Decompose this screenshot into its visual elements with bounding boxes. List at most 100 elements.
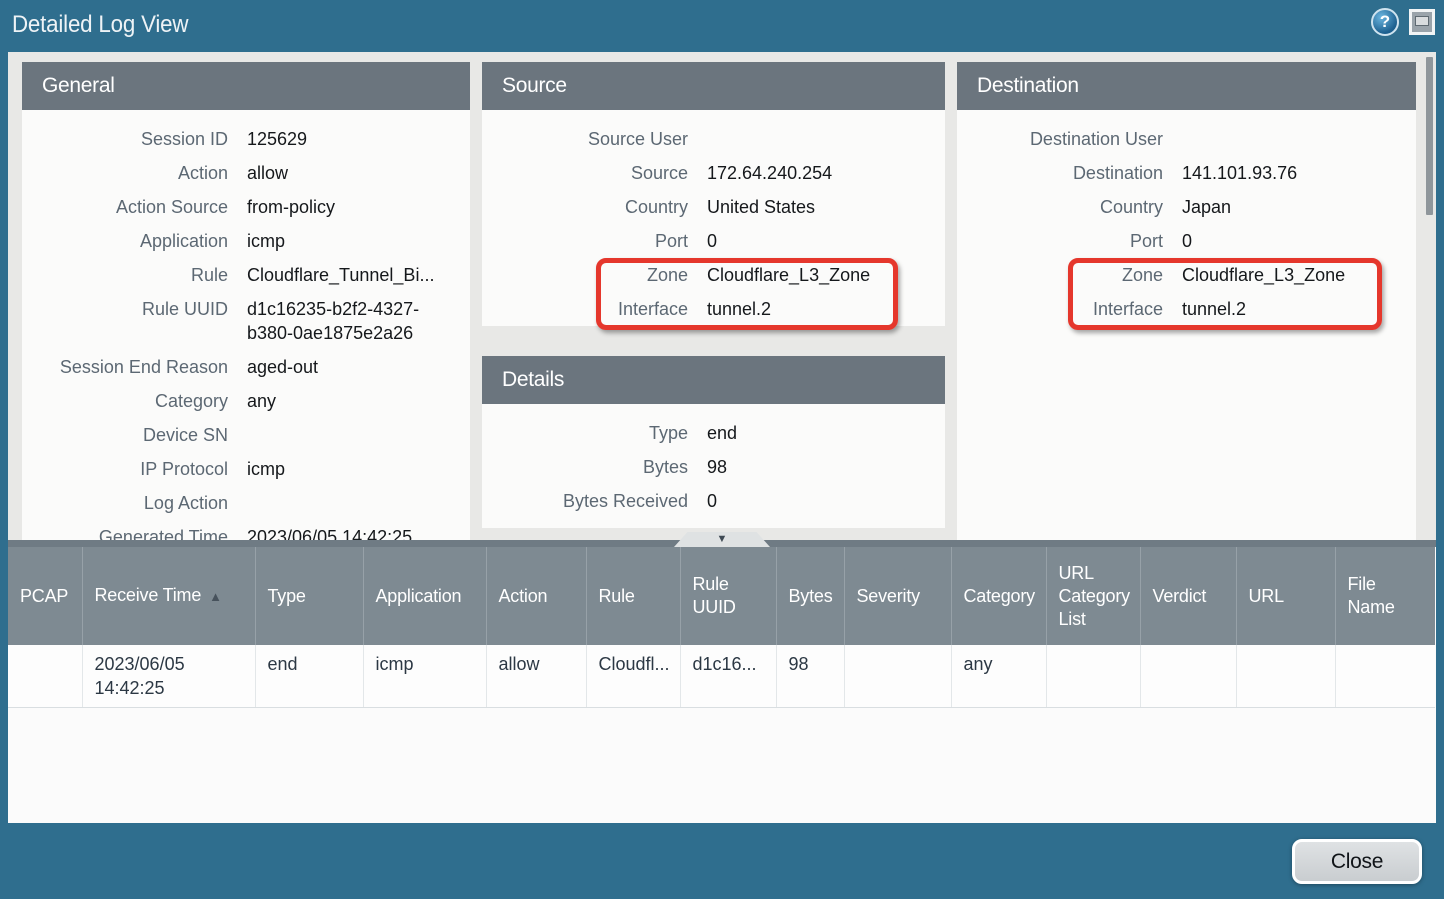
field-label: Rule UUID [22,297,228,345]
field-row: RuleCloudflare_Tunnel_Bi... [22,258,470,292]
column-header-label: Category [964,586,1035,606]
column-header-label: Rule UUID [693,574,736,617]
column-header-label: Verdict [1153,586,1207,606]
field-row: Bytes Received0 [482,484,945,518]
dialog-title: Detailed Log View [12,11,188,39]
column-header-file-name[interactable]: File Name [1335,547,1435,645]
column-header-label: File Name [1348,574,1395,617]
log-table-body: 2023/06/05 14:42:25endicmpallowCloudfl..… [8,645,1435,708]
table-cell: 2023/06/05 14:42:25 [82,645,255,708]
field-label: Destination User [957,127,1163,151]
field-label: Destination [957,161,1163,185]
field-row: CountryJapan [957,190,1416,224]
column-header-receive-time[interactable]: Receive Time▲ [82,547,255,645]
field-label: Action Source [22,195,228,219]
column-header-action[interactable]: Action [486,547,586,645]
field-label: Action [22,161,228,185]
source-panel-title: Source [482,62,945,110]
field-value: 0 [707,229,919,253]
field-value: tunnel.2 [707,297,919,321]
field-row: Categoryany [22,384,470,418]
field-value: d1c16235-b2f2-4327-b380-0ae1875e2a26 [247,297,459,345]
column-header-label: Severity [857,586,920,606]
field-label: Type [482,421,688,445]
dialog-footer: Close [0,823,1444,899]
column-header-pcap[interactable]: PCAP [8,547,82,645]
field-label: Zone [482,263,688,287]
general-panel-body: Session ID125629ActionallowAction Source… [22,110,470,540]
column-header-label: Rule [599,586,635,606]
destination-panel: Destination Destination User Destination1… [957,62,1416,540]
table-cell: Cloudfl... [586,645,680,708]
source-panel: Source Source User Source172.64.240.254 Co… [482,62,945,326]
field-value: 0 [707,489,919,513]
column-header-url-category-list[interactable]: URL Category List [1046,547,1140,645]
field-row: Source172.64.240.254 [482,156,945,190]
field-label: Interface [957,297,1163,321]
general-panel-title: General [22,62,470,110]
field-value: icmp [247,457,459,481]
splitter-handle[interactable]: ▼ [674,532,770,547]
field-label: Application [22,229,228,253]
dialog-content: General Session ID125629ActionallowActio… [8,52,1436,823]
table-cell: end [255,645,363,708]
column-header-severity[interactable]: Severity [844,547,951,645]
source-panel-body: Source UserSource172.64.240.254CountryUn… [482,110,945,326]
column-header-label: Type [268,586,306,606]
field-row: Destination141.101.93.76 [957,156,1416,190]
field-value: 125629 [247,127,459,151]
column-header-rule-uuid[interactable]: Rule UUID [680,547,776,645]
field-label: Country [482,195,688,219]
field-row: Destination User [957,122,1416,156]
column-header-application[interactable]: Application [363,547,486,645]
field-label: Device SN [22,423,228,447]
field-row: ZoneCloudflare_L3_Zone [482,258,945,292]
column-header-label: Bytes [789,586,833,606]
window-icon[interactable] [1409,9,1435,35]
field-value: any [247,389,459,413]
column-header-bytes[interactable]: Bytes [776,547,844,645]
column-header-category[interactable]: Category [951,547,1046,645]
field-value [1182,127,1394,151]
field-label: Port [957,229,1163,253]
field-row: Device SN [22,418,470,452]
column-header-url[interactable]: URL [1236,547,1335,645]
field-value: Cloudflare_L3_Zone [1182,263,1394,287]
help-icon-glyph: ? [1380,12,1390,32]
field-value: Japan [1182,195,1394,219]
column-header-verdict[interactable]: Verdict [1140,547,1236,645]
destination-panel-body: Destination User Destination141.101.93.76… [957,110,1416,540]
field-row: ZoneCloudflare_L3_Zone [957,258,1416,292]
vertical-scrollbar-thumb[interactable] [1426,57,1433,215]
table-cell [8,645,82,708]
field-label: Log Action [22,491,228,515]
field-label: Source User [482,127,688,151]
column-header-type[interactable]: Type [255,547,363,645]
field-row: Interface tunnel.2 [957,292,1416,326]
field-value [707,127,919,151]
field-row: Applicationicmp [22,224,470,258]
table-row[interactable]: 2023/06/05 14:42:25endicmpallowCloudfl..… [8,645,1435,708]
field-value: tunnel.2 [1182,297,1394,321]
field-row: Source User [482,122,945,156]
field-value: allow [247,161,459,185]
help-icon[interactable]: ? [1371,8,1399,36]
destination-panel-title: Destination [957,62,1416,110]
general-panel: General Session ID125629ActionallowActio… [22,62,470,540]
table-cell [1046,645,1140,708]
field-value: 0 [1182,229,1394,253]
details-panel-title: Details [482,356,945,404]
field-value: aged-out [247,355,459,379]
table-cell: d1c16... [680,645,776,708]
table-cell [1335,645,1435,708]
details-panel: Details TypeendBytes98Bytes Received0 [482,356,945,528]
field-value: 2023/06/05 14:42:25 [247,525,459,540]
column-header-label: Receive Time [95,585,202,605]
field-value [247,491,459,515]
field-row: Log Action [22,486,470,520]
field-row: Typeend [482,416,945,450]
field-row: Rule UUID d1c16235-b2f2-4327-b380-0ae1875… [22,292,470,350]
column-header-rule[interactable]: Rule [586,547,680,645]
column-header-label: URL [1249,586,1284,606]
close-button[interactable]: Close [1292,839,1422,884]
